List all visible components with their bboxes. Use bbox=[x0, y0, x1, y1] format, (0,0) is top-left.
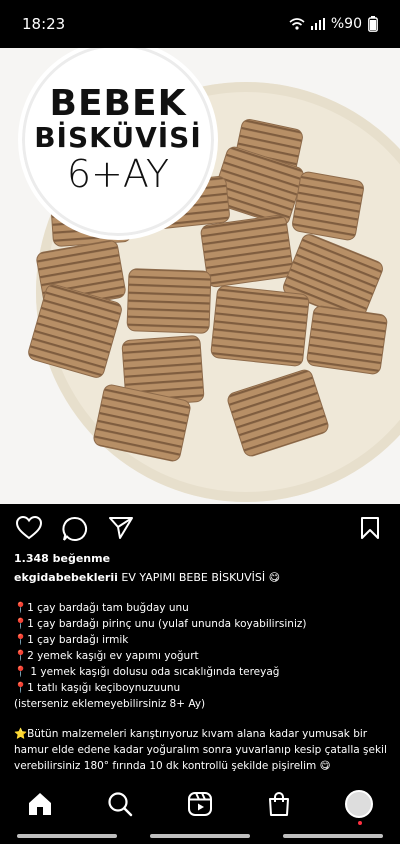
shop-icon[interactable] bbox=[267, 791, 291, 817]
search-icon[interactable] bbox=[107, 791, 133, 817]
overlay-title-line1: BEBEK bbox=[49, 83, 187, 124]
instructions-text: ⭐Bütün malzemeleri karıştırıyoruz kıvam … bbox=[14, 728, 387, 772]
ingredient-line: 📍1 çay bardağı pirinç unu (yulaf ununda … bbox=[14, 618, 307, 630]
system-nav-back[interactable] bbox=[283, 834, 384, 838]
reels-icon[interactable] bbox=[187, 791, 213, 817]
system-navigation-bar bbox=[0, 834, 400, 838]
ingredient-line: 📍2 yemek kaşığı ev yapımı yoğurt bbox=[14, 650, 199, 662]
overlay-title-line3: 6+AY bbox=[66, 152, 170, 196]
post-username[interactable]: ekgidabebeklerii bbox=[14, 571, 118, 584]
signal-icon bbox=[310, 18, 325, 30]
ingredient-line: 📍1 çay bardağı tam buğday unu bbox=[14, 602, 189, 614]
battery-icon bbox=[368, 16, 378, 32]
likes-count[interactable]: 1.348 beğenme bbox=[14, 552, 110, 565]
system-nav-recent[interactable] bbox=[16, 834, 117, 838]
overlay-title-line2: BİSKÜVİSİ bbox=[34, 121, 202, 154]
profile-avatar[interactable] bbox=[345, 790, 373, 825]
status-bar: 18:23 %90 bbox=[0, 0, 400, 48]
ingredient-line: (isterseniz eklemeyebilirsiniz 8+ Ay) bbox=[14, 698, 206, 710]
ingredient-line: 📍1 tatlı kaşığı keçiboynuzuunu bbox=[14, 682, 181, 694]
post-actions bbox=[0, 504, 400, 552]
home-icon[interactable] bbox=[27, 791, 53, 817]
send-icon[interactable] bbox=[108, 516, 134, 540]
system-nav-home[interactable] bbox=[149, 834, 250, 838]
bottom-nav bbox=[0, 778, 400, 830]
ingredient-line: 📍1 çay bardağı irmik bbox=[14, 634, 129, 646]
bookmark-icon[interactable] bbox=[360, 516, 380, 540]
battery-percent: %90 bbox=[330, 16, 362, 32]
post-title: EV YAPIMI BEBE BİSKUVİSİ 😋 bbox=[121, 571, 281, 584]
ingredient-list: 📍1 çay bardağı tam buğday unu 📍1 çay bar… bbox=[14, 600, 390, 712]
post-caption: ekgidabebeklerii EV YAPIMI BEBE BİSKUVİS… bbox=[14, 570, 386, 586]
status-time: 18:23 bbox=[22, 15, 66, 33]
overlay-title-badge: BEBEK BİSKÜVİSİ 6+AY bbox=[18, 48, 218, 240]
heart-icon[interactable] bbox=[16, 516, 42, 540]
post-image[interactable]: BEBEK BİSKÜVİSİ 6+AY bbox=[0, 48, 400, 504]
ingredient-line: 📍 1 yemek kaşığı dolusu oda sıcaklığında… bbox=[14, 666, 280, 678]
wifi-icon bbox=[289, 18, 305, 30]
status-icons: %90 bbox=[289, 16, 378, 32]
comment-icon[interactable] bbox=[62, 516, 88, 542]
